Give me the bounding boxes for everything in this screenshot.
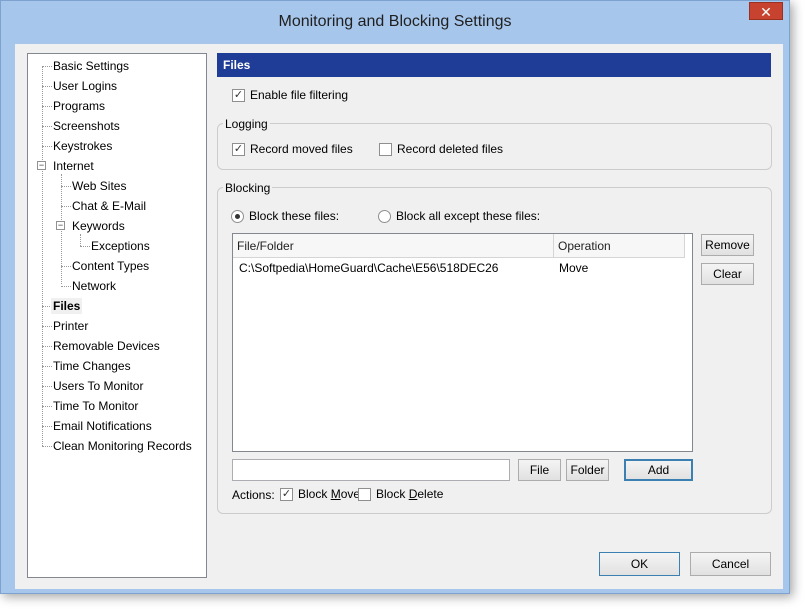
- tree-item-screenshots[interactable]: Screenshots: [51, 118, 122, 134]
- file-button[interactable]: File: [518, 459, 561, 481]
- tree-item-content-types[interactable]: Content Types: [70, 258, 151, 274]
- ok-button[interactable]: OK: [599, 552, 680, 576]
- dialog-client: − − Basic Settings User Logins Programs …: [15, 44, 783, 589]
- table-row-path[interactable]: C:\Softpedia\HomeGuard\Cache\E56\518DEC2…: [233, 259, 498, 277]
- checkbox-empty: [379, 142, 392, 156]
- block-these-files-radio[interactable]: Block these files:: [231, 209, 339, 223]
- block-these-files-label: Block these files:: [249, 209, 340, 223]
- blocking-group-label: Blocking: [223, 181, 273, 195]
- tree-item-time-to-monitor[interactable]: Time To Monitor: [51, 398, 140, 414]
- tree-item-exceptions[interactable]: Exceptions: [89, 238, 152, 254]
- block-move-checkbox[interactable]: ✓ Block Move: [280, 487, 360, 501]
- tree-item-user-logins[interactable]: User Logins: [51, 78, 119, 94]
- section-header: Files: [217, 53, 771, 77]
- internet-collapse-icon[interactable]: −: [37, 161, 46, 170]
- tree-item-chat-email[interactable]: Chat & E-Mail: [70, 198, 148, 214]
- settings-tree[interactable]: − − Basic Settings User Logins Programs …: [27, 53, 207, 578]
- add-button[interactable]: Add: [624, 459, 693, 481]
- checkbox-check-icon: ✓: [232, 88, 245, 102]
- column-header-operation[interactable]: Operation: [554, 234, 685, 258]
- tree-item-email-notifications[interactable]: Email Notifications: [51, 418, 154, 434]
- checkbox-check-icon: ✓: [280, 487, 293, 501]
- block-move-label: Block Move: [298, 487, 361, 501]
- radio-selected-dot: [235, 213, 240, 219]
- column-header-file-folder[interactable]: File/Folder: [233, 234, 554, 258]
- enable-file-filtering-label: Enable file filtering: [250, 88, 349, 102]
- title-bar[interactable]: Monitoring and Blocking Settings ✕: [1, 1, 789, 45]
- close-icon: ✕: [760, 4, 772, 20]
- remove-button[interactable]: Remove: [701, 234, 754, 256]
- block-delete-checkbox[interactable]: Block Delete: [358, 487, 443, 501]
- record-deleted-files-checkbox[interactable]: Record deleted files: [379, 142, 503, 156]
- tree-item-keystrokes[interactable]: Keystrokes: [51, 138, 114, 154]
- blocked-files-list[interactable]: File/Folder Operation C:\Softpedia\HomeG…: [232, 233, 693, 452]
- tree-item-programs[interactable]: Programs: [51, 98, 107, 114]
- tree-item-users-to-monitor[interactable]: Users To Monitor: [51, 378, 145, 394]
- path-input[interactable]: [232, 459, 510, 481]
- clear-button[interactable]: Clear: [701, 263, 754, 285]
- block-all-except-radio[interactable]: Block all except these files:: [378, 209, 540, 223]
- cancel-button[interactable]: Cancel: [690, 552, 771, 576]
- tree-item-keywords[interactable]: Keywords: [70, 218, 127, 234]
- tree-item-clean-monitoring-records[interactable]: Clean Monitoring Records: [51, 438, 194, 454]
- folder-button[interactable]: Folder: [566, 459, 609, 481]
- tree-item-printer[interactable]: Printer: [51, 318, 90, 334]
- tree-item-internet[interactable]: Internet: [51, 158, 96, 174]
- keywords-collapse-icon[interactable]: −: [56, 221, 65, 230]
- close-button[interactable]: ✕: [749, 2, 783, 20]
- tree-item-time-changes[interactable]: Time Changes: [51, 358, 133, 374]
- record-moved-files-label: Record moved files: [250, 142, 353, 156]
- checkbox-empty: [358, 487, 371, 501]
- tree-item-web-sites[interactable]: Web Sites: [70, 178, 128, 194]
- table-row-operation[interactable]: Move: [553, 259, 588, 277]
- record-moved-files-checkbox[interactable]: ✓ Record moved files: [232, 142, 353, 156]
- record-deleted-files-label: Record deleted files: [397, 142, 504, 156]
- logging-group-label: Logging: [223, 117, 270, 131]
- actions-label: Actions:: [232, 488, 275, 502]
- checkbox-check-icon: ✓: [232, 142, 245, 156]
- tree-item-files[interactable]: Files: [51, 298, 83, 314]
- block-delete-label: Block Delete: [376, 487, 444, 501]
- window-title: Monitoring and Blocking Settings: [278, 13, 512, 30]
- tree-item-network[interactable]: Network: [70, 278, 118, 294]
- settings-window: Monitoring and Blocking Settings ✕ − − B…: [0, 0, 790, 594]
- tree-item-removable-devices[interactable]: Removable Devices: [51, 338, 162, 354]
- enable-file-filtering-checkbox[interactable]: ✓ Enable file filtering: [232, 88, 348, 102]
- block-all-except-label: Block all except these files:: [396, 209, 541, 223]
- tree-item-basic-settings[interactable]: Basic Settings: [51, 58, 131, 74]
